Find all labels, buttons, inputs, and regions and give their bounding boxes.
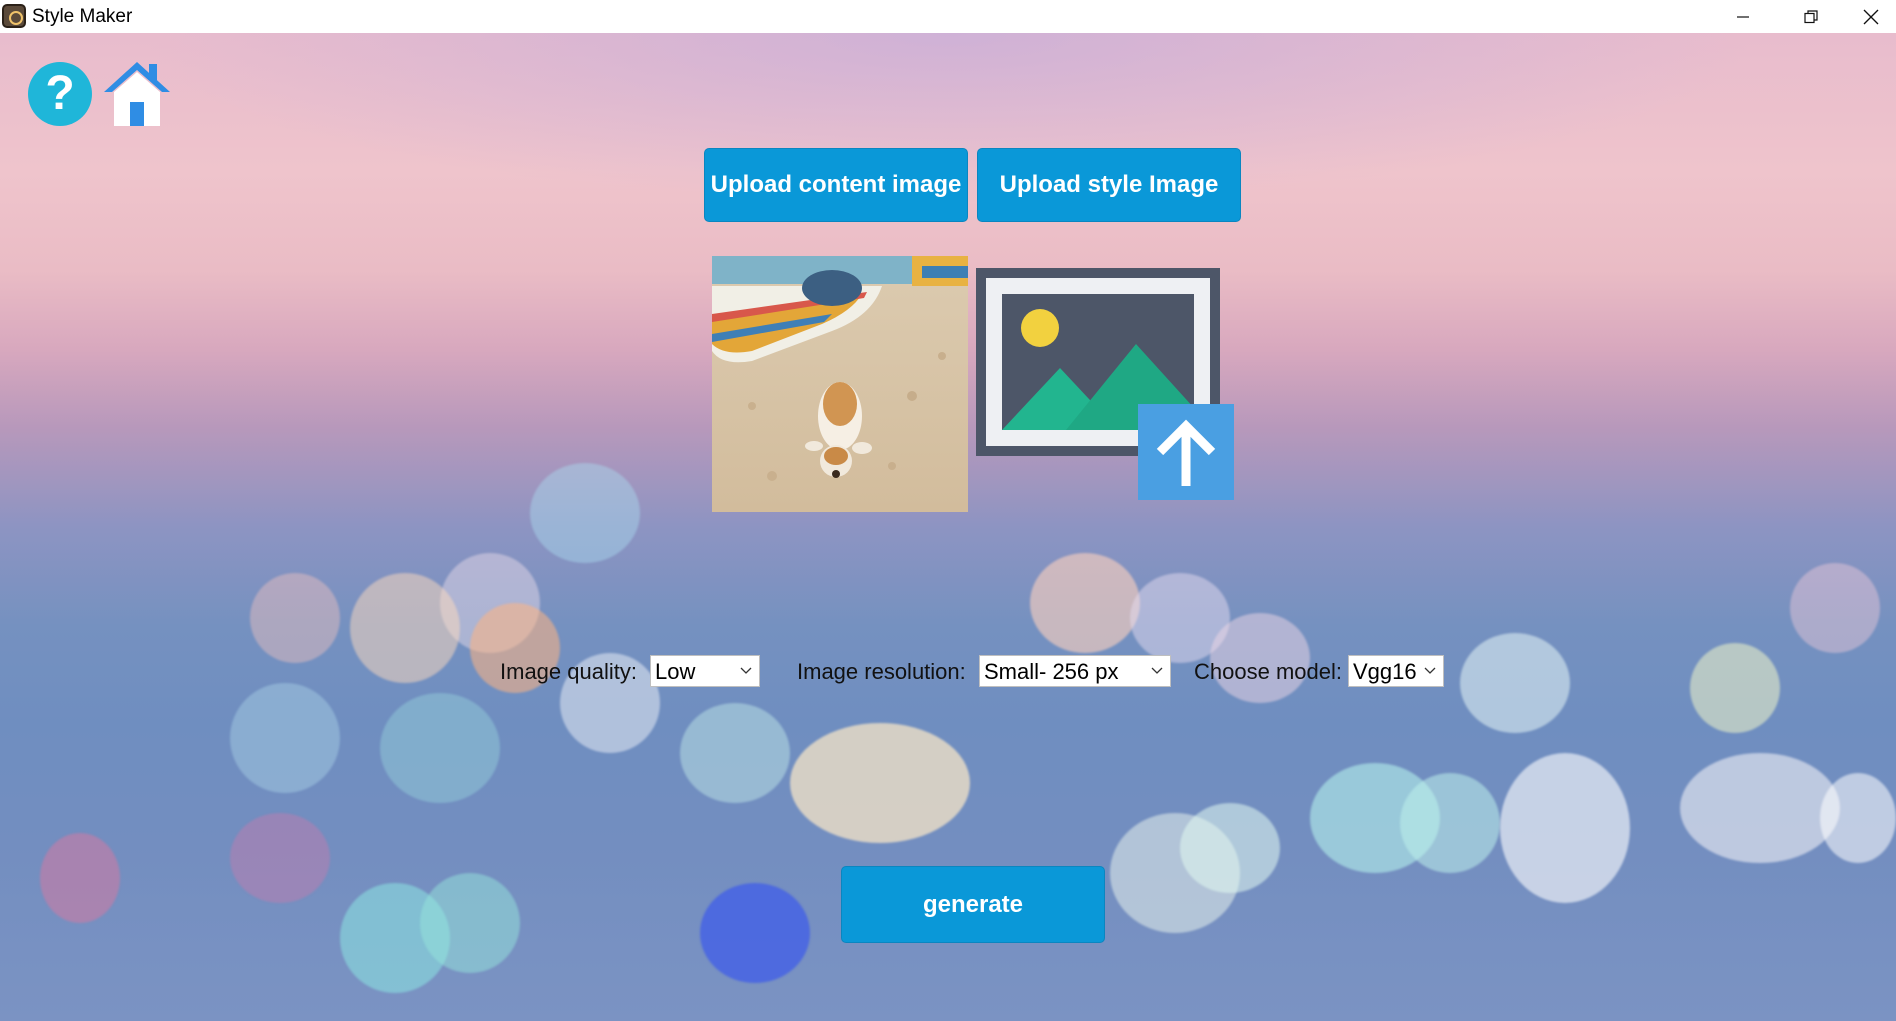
image-upload-icon <box>976 268 1234 500</box>
chevron-down-icon <box>1424 667 1436 674</box>
title-bar: Style Maker <box>0 0 1896 33</box>
quality-label: Image quality: <box>500 659 637 684</box>
chevron-down-icon <box>1151 667 1163 674</box>
restore-button[interactable] <box>1782 0 1840 33</box>
chevron-down-icon <box>740 667 752 674</box>
close-button[interactable] <box>1842 0 1896 33</box>
app-icon <box>2 4 26 28</box>
settings-row: Image quality: Low Image resolution: Sma… <box>0 655 1896 689</box>
home-button[interactable] <box>102 58 172 128</box>
restore-icon <box>1804 9 1818 23</box>
quality-value: Low <box>655 659 696 684</box>
resolution-label: Image resolution: <box>797 659 966 684</box>
model-value: Vgg16 <box>1353 659 1417 684</box>
upload-style-button[interactable]: Upload style Image <box>977 148 1241 222</box>
beach-dog-photo <box>712 256 968 512</box>
model-select[interactable]: Vgg16 <box>1348 655 1444 687</box>
close-icon <box>1863 9 1879 24</box>
help-button[interactable]: ? <box>28 62 92 126</box>
resolution-value: Small- 256 px <box>984 659 1119 684</box>
resolution-select[interactable]: Small- 256 px <box>979 655 1171 687</box>
content-image-preview[interactable] <box>712 256 968 512</box>
style-image-preview[interactable] <box>976 268 1234 500</box>
upload-content-button[interactable]: Upload content image <box>704 148 968 222</box>
minimize-button[interactable] <box>1714 0 1772 33</box>
model-label: Choose model: <box>1194 659 1342 684</box>
generate-button[interactable]: generate <box>841 866 1105 943</box>
window-title: Style Maker <box>32 6 133 27</box>
minimize-icon <box>1737 15 1749 18</box>
home-icon <box>104 62 170 126</box>
quality-select[interactable]: Low <box>650 655 760 687</box>
help-icon: ? <box>45 67 75 120</box>
main-canvas: ? Upload content image Upload style Imag… <box>0 33 1896 1021</box>
